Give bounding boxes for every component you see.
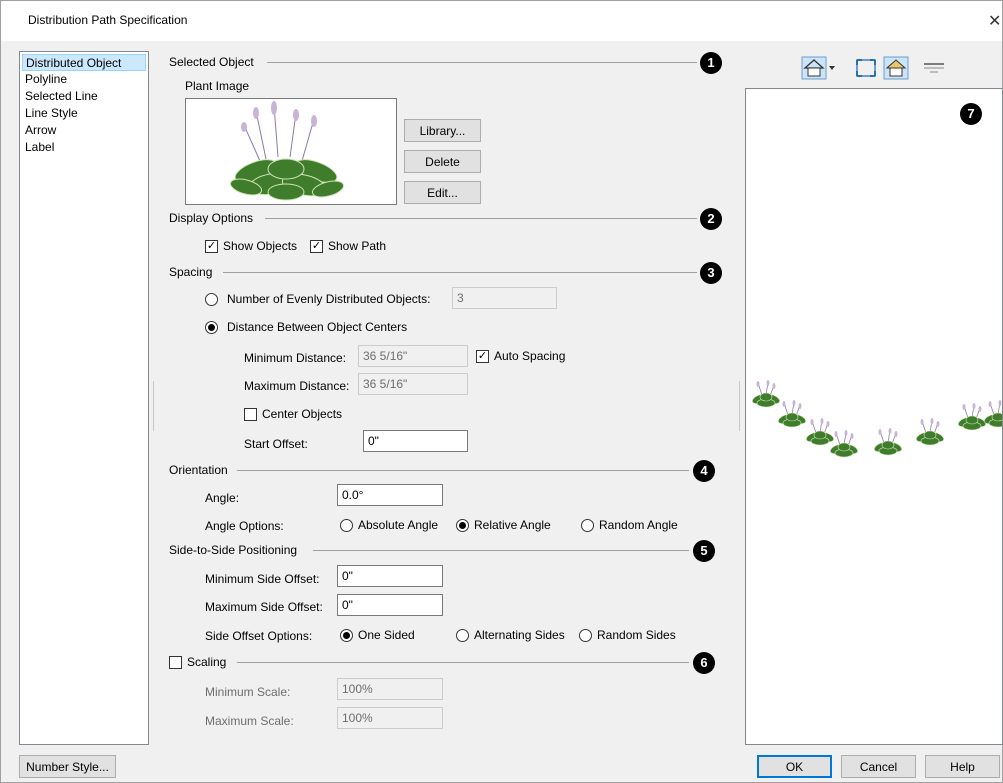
angle-options-label: Angle Options: (205, 519, 284, 533)
title-bar: Distribution Path Specification ✕ (1, 1, 1002, 41)
close-icon[interactable]: ✕ (988, 11, 1001, 31)
ok-button[interactable]: OK (757, 755, 832, 778)
random-sides-label: Random Sides (597, 628, 676, 642)
sidebar-item-distributed-object[interactable]: Distributed Object (22, 54, 146, 71)
plant-image (229, 101, 345, 201)
category-list: Distributed Object Polyline Selected Lin… (19, 51, 149, 745)
left-splitter[interactable] (153, 381, 154, 431)
plant-image-label: Plant Image (185, 79, 250, 93)
help-button[interactable]: Help (925, 755, 1000, 778)
evenly-distributed-count-input[interactable]: 3 (452, 287, 557, 309)
maximum-side-offset-label: Maximum Side Offset: (205, 600, 323, 614)
angle-label: Angle: (205, 491, 240, 505)
section-header-orientation: Orientation (169, 463, 228, 477)
cancel-button[interactable]: Cancel (841, 755, 916, 778)
drag-handle-icon[interactable] (921, 56, 947, 80)
absolute-angle-label: Absolute Angle (358, 518, 439, 532)
maximum-scale-label: Maximum Scale: (205, 714, 294, 728)
number-style-button[interactable]: Number Style... (19, 755, 116, 778)
show-objects-label: Show Objects (223, 239, 298, 253)
relative-angle-radio[interactable] (456, 519, 469, 532)
delete-button[interactable]: Delete (404, 150, 481, 173)
callout-marker-1: 1 (700, 52, 722, 74)
check-mark-icon: ✓ (477, 350, 488, 362)
callout-marker-2: 2 (700, 208, 722, 230)
show-path-label: Show Path (328, 239, 387, 253)
section-header-side-positioning: Side-to-Side Positioning (169, 543, 298, 557)
angle-input[interactable]: 0.0° (337, 484, 443, 506)
center-objects-label: Center Objects (262, 407, 343, 421)
section-divider (267, 62, 697, 63)
minimum-distance-input[interactable]: 36 5/16" (358, 345, 468, 367)
distance-between-centers-label: Distance Between Object Centers (227, 320, 408, 334)
section-divider (313, 550, 689, 551)
alternating-sides-radio[interactable] (456, 629, 469, 642)
section-divider (237, 470, 689, 471)
section-header-selected-object: Selected Object (169, 55, 254, 69)
relative-angle-label: Relative Angle (474, 518, 551, 532)
maximum-side-offset-input[interactable]: 0" (337, 594, 443, 616)
distance-between-centers-radio[interactable] (205, 321, 218, 334)
sidebar-item-arrow[interactable]: Arrow (22, 122, 146, 139)
alternating-sides-label: Alternating Sides (474, 628, 565, 642)
scaling-checkbox[interactable] (169, 656, 182, 669)
right-splitter[interactable] (739, 381, 740, 431)
random-angle-radio[interactable] (581, 519, 594, 532)
center-objects-checkbox[interactable] (244, 408, 257, 421)
callout-marker-6: 6 (693, 652, 715, 674)
preview-pane[interactable]: 7 (745, 88, 1003, 745)
evenly-distributed-radio[interactable] (205, 293, 218, 306)
minimum-distance-label: Minimum Distance: (244, 351, 347, 365)
absolute-angle-radio[interactable] (340, 519, 353, 532)
callout-marker-3: 3 (700, 262, 722, 284)
distributed-plants-preview (750, 379, 1002, 458)
camera-view-icon[interactable] (883, 56, 909, 80)
maximum-distance-label: Maximum Distance: (244, 379, 350, 393)
section-divider (223, 272, 697, 273)
check-mark-icon: ✓ (311, 240, 322, 252)
minimum-side-offset-label: Minimum Side Offset: (205, 572, 320, 586)
plant-image-preview (185, 98, 397, 205)
view-mode-icon[interactable] (801, 56, 837, 80)
show-path-checkbox[interactable]: ✓ (310, 240, 323, 253)
minimum-scale-label: Minimum Scale: (205, 685, 291, 699)
evenly-distributed-label: Number of Evenly Distributed Objects: (227, 292, 431, 306)
start-offset-input[interactable]: 0" (363, 430, 468, 452)
library-button[interactable]: Library... (404, 119, 481, 142)
minimum-scale-input[interactable]: 100% (337, 678, 443, 700)
dialog-title: Distribution Path Specification (28, 13, 188, 27)
auto-spacing-checkbox[interactable]: ✓ (476, 350, 489, 363)
sidebar-item-line-style[interactable]: Line Style (22, 105, 146, 122)
show-objects-checkbox[interactable]: ✓ (205, 240, 218, 253)
random-sides-radio[interactable] (579, 629, 592, 642)
side-offset-options-label: Side Offset Options: (205, 629, 313, 643)
dialog-window: Distribution Path Specification ✕ Distri… (0, 0, 1003, 783)
auto-spacing-label: Auto Spacing (494, 349, 566, 363)
section-header-display-options: Display Options (169, 211, 254, 225)
edit-button[interactable]: Edit... (404, 181, 481, 204)
random-angle-label: Random Angle (599, 518, 678, 532)
one-sided-label: One Sided (358, 628, 415, 642)
sidebar-item-selected-line[interactable]: Selected Line (22, 88, 146, 105)
minimum-side-offset-input[interactable]: 0" (337, 565, 443, 587)
callout-marker-5: 5 (693, 540, 715, 562)
callout-marker-7: 7 (960, 103, 982, 125)
start-offset-label: Start Offset: (244, 437, 308, 451)
sidebar-item-polyline[interactable]: Polyline (22, 71, 146, 88)
section-header-spacing: Spacing (169, 265, 213, 279)
callout-marker-4: 4 (693, 460, 715, 482)
maximum-distance-input[interactable]: 36 5/16" (358, 373, 468, 395)
maximum-scale-input[interactable]: 100% (337, 707, 443, 729)
fill-window-icon[interactable] (853, 56, 879, 80)
section-divider (237, 662, 689, 663)
section-header-scaling: Scaling (187, 655, 227, 669)
sidebar-item-label[interactable]: Label (22, 139, 146, 156)
check-mark-icon: ✓ (206, 240, 217, 252)
section-divider (265, 218, 697, 219)
one-sided-radio[interactable] (340, 629, 353, 642)
